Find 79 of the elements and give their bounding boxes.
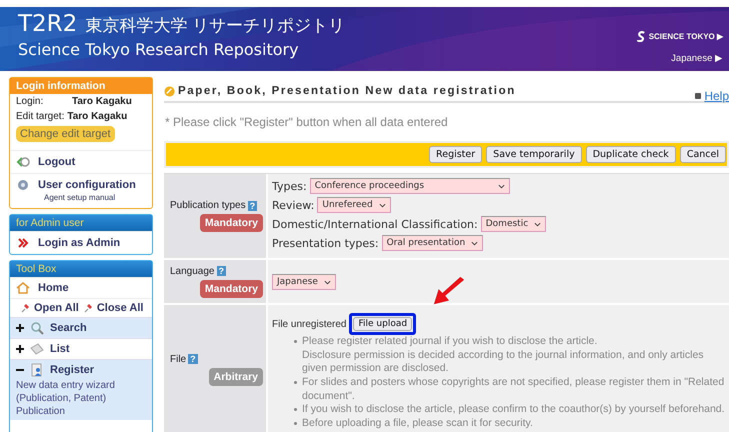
requirement-badge: Mandatory	[200, 280, 263, 298]
bullet-icon	[294, 422, 297, 425]
note-text: Disclosure permission is decided according to the journal information, and only articles given permission are disclosed.	[302, 348, 705, 376]
field-label: Publication types	[170, 200, 246, 211]
file-status: File unregistered	[272, 318, 346, 330]
institute-logo-icon[interactable]	[636, 31, 646, 42]
field-value: Taro Kagaku	[72, 96, 132, 107]
action-button[interactable]: Duplicate check	[586, 146, 676, 163]
requirement-badge: Arbitrary	[208, 368, 263, 386]
change-edit-target-button[interactable]: Change edit target	[16, 126, 115, 142]
search-icon	[30, 321, 44, 335]
field-label: Types:	[272, 180, 307, 192]
action-button[interactable]: Save temporarily	[486, 146, 582, 163]
field-label: Domestic/International Classification:	[272, 218, 478, 230]
login-icon	[16, 236, 30, 250]
arrow-icon	[432, 277, 466, 307]
logout-icon	[16, 155, 30, 169]
note-text: If you wish to disclose the article, please confirm to the coauthor(s) by yourself beforehand.	[302, 403, 725, 417]
manual-link[interactable]: Agent setup manual	[10, 193, 152, 208]
submenu-link[interactable]: Publication	[10, 406, 152, 420]
file-upload-button[interactable]: File upload	[353, 317, 412, 331]
language-link[interactable]: Japanese ▶	[671, 52, 723, 64]
sidebar-link[interactable]: Logout	[38, 156, 76, 168]
field-value: Taro Kagaku	[67, 111, 128, 122]
panel-title: Login information	[10, 78, 152, 94]
chevron-icon	[498, 184, 505, 188]
bullet-icon	[294, 380, 297, 384]
sidebar-link[interactable]: Register	[50, 364, 94, 376]
collapse-icon[interactable]	[16, 366, 24, 374]
pin-icon	[20, 303, 30, 313]
document-icon	[30, 342, 44, 356]
site-logo[interactable]: T2R2	[18, 11, 78, 37]
field-label: Language	[170, 266, 214, 276]
requirement-badge: Mandatory	[200, 214, 263, 232]
instruction-text: * Please click "Register" button when all data entered	[165, 115, 449, 129]
action-button[interactable]: Cancel	[680, 146, 726, 163]
person-document-icon	[30, 363, 44, 377]
close-all-link[interactable]: Close All	[96, 302, 144, 314]
sidebar-link[interactable]: User configuration	[38, 179, 136, 191]
note-text: For slides and posters whose copyrights are not specified, please register them in "Related document".	[302, 376, 725, 404]
dropdown[interactable]: Conference proceedings	[310, 178, 510, 194]
sidebar-link[interactable]: Search	[50, 322, 87, 334]
settings-icon	[16, 178, 30, 192]
open-all-link[interactable]: Open All	[34, 302, 79, 314]
sidebar-link[interactable]: List	[50, 343, 70, 355]
chevron-icon	[378, 202, 386, 208]
pin-icon	[82, 303, 93, 313]
site-subtitle: Science Tokyo Research Repository	[18, 40, 300, 59]
field-label: Edit target:	[16, 111, 64, 122]
action-button[interactable]: Register	[429, 146, 482, 163]
help-link[interactable]: Help	[704, 89, 729, 103]
dropdown[interactable]: Oral presentation	[382, 235, 484, 251]
bullet-icon	[294, 340, 297, 343]
sidebar-link[interactable]: Login as Admin	[38, 237, 120, 249]
page-icon	[164, 86, 175, 96]
dropdown[interactable]: Domestic	[480, 216, 546, 232]
panel-title: Tool Box	[10, 261, 152, 277]
field-label: Review:	[272, 198, 314, 212]
expand-icon[interactable]	[16, 324, 24, 332]
field-label: File	[170, 354, 186, 365]
note-text: Before uploading a file, please scan it for security.	[302, 416, 533, 430]
panel-title: for Admin user	[10, 215, 152, 231]
expand-icon[interactable]	[16, 345, 24, 353]
help-icon	[695, 93, 702, 99]
chevron-icon	[324, 280, 331, 284]
note-text: Please register related journal if you wish to disclose the article.	[302, 335, 598, 349]
field-label: Presentation types:	[272, 236, 379, 250]
bullet-icon	[294, 408, 297, 412]
sidebar-link[interactable]: Home	[38, 282, 69, 294]
field-label: Login:	[16, 96, 44, 107]
submenu-link[interactable]: New data entry wizard (Publication, Patent)	[10, 380, 152, 406]
dropdown[interactable]: Japanese	[272, 274, 336, 290]
dropdown[interactable]: Unrefereed	[317, 197, 391, 213]
page-title: Paper, Book, Presentation New data registration	[178, 85, 516, 97]
home-icon	[16, 281, 30, 295]
chevron-icon	[534, 222, 542, 226]
institute-link[interactable]: SCIENCE TOKYO ▶	[648, 32, 723, 41]
site-title: 東京科学大学 リサーチリポジトリ	[85, 15, 346, 37]
chevron-icon	[471, 240, 478, 246]
